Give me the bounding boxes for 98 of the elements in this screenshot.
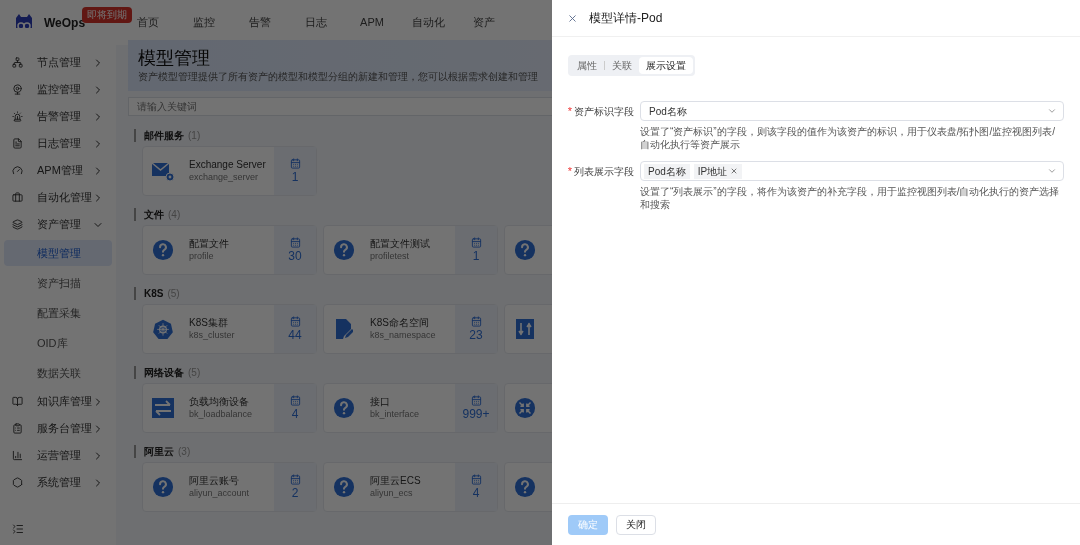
sliders-icon	[516, 319, 534, 339]
close-icon[interactable]	[567, 12, 578, 24]
sidebar-subitem[interactable]: 数据关联	[4, 360, 112, 386]
sidebar-item[interactable]: 知识库管理	[0, 388, 116, 415]
expiry-badge: 即将到期	[82, 6, 132, 23]
section-title: 邮件服务	[144, 129, 184, 143]
swap-arrows-icon	[152, 398, 174, 418]
collapse-icon[interactable]	[12, 523, 24, 535]
tab[interactable]: 属性	[570, 57, 604, 74]
calendar-icon	[470, 315, 482, 327]
model-card[interactable]: 配置文件测试 profiletest 1	[323, 225, 498, 275]
model-name: 阿里云账号	[189, 474, 240, 487]
model-card[interactable]: 负载均衡设备 bk_loadbalance 4	[142, 383, 317, 433]
required-mark: *	[567, 163, 572, 179]
section-title: 文件	[144, 208, 164, 222]
instance-count: 1	[472, 247, 480, 264]
instance-count: 30	[288, 247, 302, 264]
calendar-icon	[289, 473, 301, 485]
instance-count: 4	[291, 405, 299, 422]
question-icon	[333, 239, 355, 261]
select-field[interactable]: Pod名称 IP地址	[640, 161, 1064, 181]
instance-count: 2	[291, 484, 299, 501]
sidebar-item[interactable]: 节点管理	[0, 49, 116, 76]
sidebar-item[interactable]: 资产管理	[0, 211, 116, 238]
question-icon	[152, 239, 174, 261]
model-id: bk_loadbalance	[189, 408, 254, 421]
section-title: 网络设备	[144, 366, 184, 380]
nav-item[interactable]: 自动化	[400, 14, 456, 31]
model-id: aliyun_account	[189, 487, 251, 500]
model-name: K8S集群	[189, 316, 229, 329]
model-card[interactable]: 接口 bk_interface 999+	[323, 383, 498, 433]
instance-count: 44	[288, 326, 302, 343]
sidebar-item[interactable]: 系统管理	[0, 469, 116, 496]
page-description: 资产模型管理提供了所有资产的模型和模型分组的新建和管理，您可以根据需求创建和管理	[138, 70, 539, 84]
instance-count: 1	[291, 168, 299, 185]
model-name: K8S命名空间	[370, 316, 430, 329]
nav-item[interactable]: APM	[344, 14, 400, 31]
calendar-icon	[289, 394, 301, 406]
field-hint: 设置了“列表展示”的字段，将作为该资产的补充字段，用于监控视图列表/自动化执行的资产选择和搜索	[640, 185, 1061, 211]
model-name: 接口	[370, 395, 391, 408]
page-title: 模型管理	[138, 47, 211, 70]
section-title: 阿里云	[144, 445, 174, 459]
sidebar-item[interactable]: APM管理	[0, 157, 116, 184]
model-name: 负载均衡设备	[189, 395, 250, 408]
calendar-icon	[470, 394, 482, 406]
chevron-down-icon	[1047, 166, 1057, 176]
shrink-icon	[514, 397, 536, 419]
question-icon	[333, 476, 355, 498]
calendar-icon	[470, 236, 482, 248]
question-icon	[333, 397, 355, 419]
select-field[interactable]: Pod名称	[640, 101, 1064, 121]
tab[interactable]: 关联	[605, 57, 639, 74]
question-icon	[514, 239, 536, 261]
model-id: profiletest	[370, 250, 411, 263]
nav-item[interactable]: 日志	[288, 14, 344, 31]
sidebar-item[interactable]: 告警管理	[0, 103, 116, 130]
file-pen-icon	[335, 319, 353, 339]
sidebar-subitem[interactable]: OID库	[4, 330, 112, 356]
field-label: 列表展示字段	[574, 164, 634, 179]
question-icon	[514, 476, 536, 498]
required-mark: *	[567, 103, 572, 119]
model-name: 配置文件	[189, 237, 230, 250]
field-label: 资产标识字段	[574, 104, 634, 119]
question-icon	[152, 476, 174, 498]
drawer-title: 模型详情-Pod	[589, 10, 663, 27]
calendar-icon	[289, 157, 301, 169]
model-name: Exchange Server	[189, 158, 267, 171]
tab[interactable]: 展示设置	[639, 57, 693, 74]
helm-wheel-icon	[153, 319, 173, 339]
model-name: 配置文件测试	[370, 237, 431, 250]
sidebar-item[interactable]: 日志管理	[0, 130, 116, 157]
sidebar-item[interactable]: 监控管理	[0, 76, 116, 103]
sidebar-item[interactable]: 服务台管理	[0, 415, 116, 442]
sidebar-subitem[interactable]: 资产扫描	[4, 270, 112, 296]
model-id: bk_interface	[370, 408, 421, 421]
chevron-down-icon	[1047, 106, 1057, 116]
tag: Pod名称	[644, 163, 690, 179]
nav-item[interactable]: 告警	[232, 14, 288, 31]
calendar-icon	[289, 236, 301, 248]
remove-icon[interactable]	[730, 167, 739, 175]
tag: IP地址	[693, 163, 743, 179]
nav-item[interactable]: 资产	[456, 14, 512, 31]
calendar-icon	[470, 473, 482, 485]
close-button[interactable]: 关闭	[616, 514, 656, 535]
sidebar-subitem[interactable]: 配置采集	[4, 300, 112, 326]
instance-count: 4	[472, 484, 480, 501]
model-card[interactable]: 阿里云账号 aliyun_account 2	[142, 462, 317, 512]
mail-gear-icon	[151, 160, 175, 182]
calendar-icon	[289, 315, 301, 327]
sidebar-item[interactable]: 自动化管理	[0, 184, 116, 211]
instance-count: 23	[469, 326, 483, 343]
instance-count: 999+	[462, 405, 490, 422]
field-hint: 设置了“资产标识”的字段，则该字段的值作为该资产的标识，用于仪表盘/拓扑图/监控视图列表/自动化执行等资产展示	[640, 125, 1056, 151]
section-title: K8S	[144, 287, 164, 301]
nav-item[interactable]: 监控	[176, 14, 232, 31]
model-name: 阿里云ECS	[370, 474, 422, 487]
sidebar-subitem[interactable]: 模型管理	[4, 240, 112, 266]
sidebar-item[interactable]: 运营管理	[0, 442, 116, 469]
